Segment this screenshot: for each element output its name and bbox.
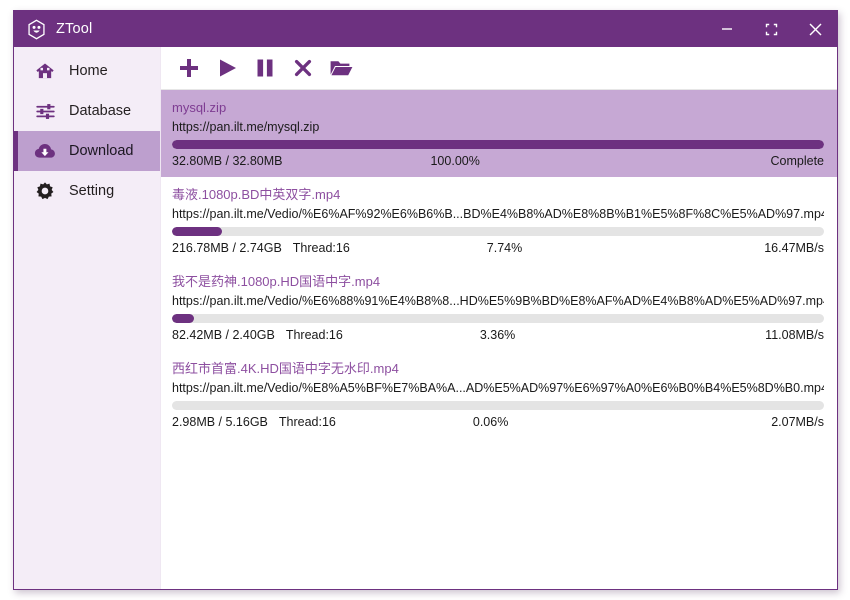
start-task-button[interactable] [208, 50, 246, 86]
download-percent: 0.06% [472, 415, 509, 429]
folder-open-icon [330, 61, 353, 76]
sidebar: Home Database Download Setting [14, 47, 161, 589]
sidebar-item-download[interactable]: Download [14, 131, 160, 171]
sidebar-item-label: Download [69, 143, 134, 159]
download-percent: 3.36% [479, 328, 516, 342]
download-list[interactable]: mysql.zip https://pan.ilt.me/mysql.zip 32.… [161, 89, 837, 589]
content-area: mysql.zip https://pan.ilt.me/mysql.zip 32.… [161, 47, 837, 589]
progress-bar-track [172, 227, 824, 236]
download-url: https://pan.ilt.me/Vedio/%E6%88%91%E4%B8… [172, 294, 824, 308]
add-task-button[interactable] [170, 50, 208, 86]
download-status: 11.08MB/s [765, 328, 824, 342]
app-title: ZTool [56, 21, 93, 37]
progress-bar-track [172, 140, 824, 149]
download-url: https://pan.ilt.me/Vedio/%E8%A5%BF%E7%BA… [172, 381, 824, 395]
progress-bar-fill [172, 140, 824, 149]
home-icon [34, 60, 56, 82]
app-window: ZTool Home Database Download Setting mys… [13, 10, 838, 590]
minimize-button[interactable] [705, 11, 749, 47]
download-meta: 2.98MB / 5.16GB Thread:16 0.06% 2.07MB/s [172, 414, 824, 431]
close-x-icon [294, 59, 312, 77]
download-item[interactable]: 西红市首富.4K.HD国语中字无水印.mp4 https://pan.ilt.me… [161, 351, 837, 438]
title-bar: ZTool [14, 11, 837, 47]
maximize-button[interactable] [749, 11, 793, 47]
download-size: 2.98MB / 5.16GB [172, 415, 268, 429]
gear-icon [34, 180, 56, 202]
close-button[interactable] [793, 11, 837, 47]
sidebar-item-label: Database [69, 103, 132, 119]
pause-task-button[interactable] [246, 50, 284, 86]
window-body: Home Database Download Setting mysql.zip… [14, 47, 837, 589]
download-size: 216.78MB / 2.74GB [172, 241, 282, 255]
download-meta: 32.80MB / 32.80MB 100.00% Complete [172, 153, 824, 170]
sidebar-item-setting[interactable]: Setting [14, 171, 160, 211]
sidebar-item-label: Home [69, 63, 108, 79]
download-percent: 7.74% [486, 241, 523, 255]
download-thread-count: Thread:16 [285, 328, 343, 342]
minimize-icon [722, 28, 732, 30]
download-status: Complete [770, 154, 825, 168]
download-item[interactable]: 我不是药神.1080p.HD国语中字.mp4 https://pan.ilt.me… [161, 264, 837, 351]
progress-bar-track [172, 401, 824, 410]
download-item[interactable]: mysql.zip https://pan.ilt.me/mysql.zip 32.… [161, 90, 837, 177]
maximize-icon [765, 23, 777, 35]
toolbar [161, 47, 837, 89]
download-item[interactable]: 毒液.1080p.BD中英双字.mp4 https://pan.ilt.me/Ve… [161, 177, 837, 264]
download-thread-count: Thread:16 [292, 241, 350, 255]
download-meta: 82.42MB / 2.40GB Thread:16 3.36% 11.08MB/s [172, 327, 824, 344]
download-filename: mysql.zip [172, 100, 227, 115]
download-percent: 100.00% [430, 154, 480, 168]
delete-task-button[interactable] [284, 50, 322, 86]
download-url: https://pan.ilt.me/mysql.zip [172, 120, 320, 134]
ztool-hexagon-logo [26, 19, 47, 40]
play-icon [220, 59, 236, 77]
progress-bar-fill [172, 314, 194, 323]
sidebar-item-home[interactable]: Home [14, 51, 160, 91]
sidebar-item-database[interactable]: Database [14, 91, 160, 131]
cloud-download-icon [34, 140, 56, 162]
download-status: 2.07MB/s [771, 415, 824, 429]
download-meta: 216.78MB / 2.74GB Thread:16 7.74% 16.47MB/s [172, 240, 824, 257]
download-size: 32.80MB / 32.80MB [172, 154, 283, 168]
download-filename: 西红市首富.4K.HD国语中字无水印.mp4 [172, 361, 399, 376]
download-thread-count: Thread:16 [278, 415, 336, 429]
pause-icon [257, 59, 273, 77]
download-filename: 我不是药神.1080p.HD国语中字.mp4 [172, 274, 381, 289]
plus-icon [180, 59, 198, 77]
close-icon [809, 23, 821, 35]
sidebar-item-label: Setting [69, 183, 115, 199]
download-size: 82.42MB / 2.40GB [172, 328, 275, 342]
download-url: https://pan.ilt.me/Vedio/%E6%AF%92%E6%B6… [172, 207, 824, 221]
progress-bar-fill [172, 227, 223, 236]
open-folder-button[interactable] [322, 50, 360, 86]
sliders-icon [34, 100, 56, 122]
download-filename: 毒液.1080p.BD中英双字.mp4 [172, 187, 341, 202]
progress-bar-track [172, 314, 824, 323]
download-status: 16.47MB/s [764, 241, 824, 255]
